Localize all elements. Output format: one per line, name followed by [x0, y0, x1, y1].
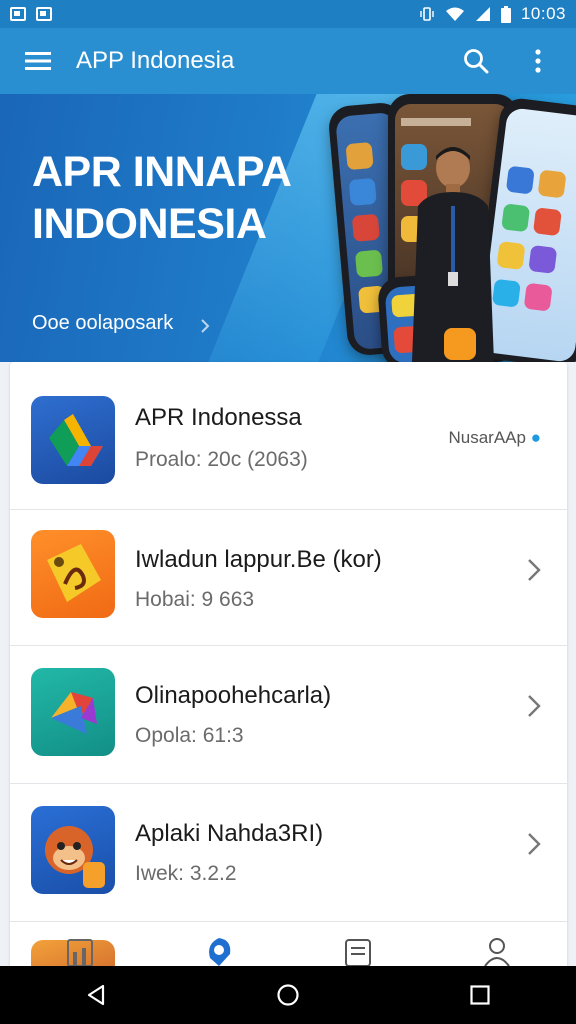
nav-profile[interactable]	[477, 936, 517, 966]
more-vertical-icon	[535, 49, 541, 73]
app-title: APP Indonesia	[76, 47, 235, 74]
profile-nav-icon	[484, 938, 511, 966]
signal-icon	[475, 7, 490, 21]
system-navigation-bar	[0, 966, 576, 1024]
bottom-navigation	[10, 936, 567, 966]
wifi-icon	[445, 7, 464, 21]
drive-triangle-icon	[49, 414, 103, 466]
hamburger-menu-icon	[25, 52, 51, 70]
home-button[interactable]	[258, 975, 318, 1015]
badge-icon: ●	[530, 428, 541, 447]
image-notification-icon	[10, 7, 26, 21]
app-subtitle: Hobai: 9 663	[135, 588, 255, 611]
status-time: 10:03	[520, 4, 566, 23]
nav-news[interactable]	[338, 936, 378, 966]
chevron-right-icon[interactable]	[527, 832, 541, 856]
app-subtitle: Proalo: 20ϲ (2063)	[135, 448, 308, 471]
app-title: Olinapoohehcarla)	[135, 682, 332, 709]
back-button[interactable]	[66, 975, 126, 1015]
shapes-logo-icon	[51, 692, 97, 734]
monkey-mascot-icon	[45, 826, 105, 888]
gallery-notification-icon	[36, 7, 52, 21]
vibrate-icon	[420, 7, 434, 21]
app-title: Iwladun lappur.Be (kor)	[135, 546, 382, 573]
app-icon-shapes	[31, 668, 115, 756]
menu-button[interactable]	[20, 43, 56, 79]
banner-title-line2: INDONESIA	[32, 200, 267, 248]
app-bar: APP Indonesia	[0, 28, 576, 94]
banner-title: APR INNAPA INDONESIA	[32, 146, 292, 250]
list-item[interactable]: Aplaki Nahda3RI) Iwek: 3.2.2	[10, 784, 567, 922]
battery-icon	[500, 5, 511, 23]
discover-nav-icon	[208, 938, 231, 966]
list-item[interactable]: Olinapoohehcarla) Opola: 61:3	[10, 646, 567, 784]
status-bar: 10:03	[0, 0, 576, 28]
home-circle-icon	[277, 984, 299, 1006]
app-icon-monkey	[31, 806, 115, 894]
grid-nav-icon	[66, 939, 93, 966]
banner-chevron-icon	[201, 319, 210, 333]
recents-button[interactable]	[450, 975, 510, 1015]
chevron-right-icon[interactable]	[527, 694, 541, 718]
search-button[interactable]	[458, 43, 494, 79]
list-item[interactable]: APR Indonessa Proalo: 20ϲ (2063) NusarAA…	[10, 362, 567, 510]
nav-discover[interactable]	[199, 936, 239, 966]
banner-subtitle: Ooe oolaposark	[32, 312, 174, 334]
app-badge: NusarAAp ●	[449, 428, 542, 448]
chevron-right-icon[interactable]	[527, 558, 541, 582]
app-badge-label: NusarAAp	[448, 428, 526, 447]
app-list: APR Indonessa Proalo: 20ϲ (2063) NusarAA…	[10, 362, 567, 972]
document-nav-icon	[345, 939, 372, 966]
app-subtitle: Iwek: 3.2.2	[135, 862, 237, 885]
app-chip-illustration	[444, 328, 476, 360]
promo-banner[interactable]: APR INNAPA INDONESIA Ooe oolaposark	[0, 94, 576, 362]
nav-home[interactable]	[60, 936, 100, 966]
banner-title-line1: APR INNAPA	[32, 148, 292, 196]
list-item[interactable]: Iwladun lappur.Be (kor) Hobai: 9 663	[10, 510, 567, 646]
back-triangle-icon	[87, 984, 105, 1006]
app-icon-drive	[31, 396, 115, 484]
recents-square-icon	[470, 985, 490, 1005]
search-icon	[464, 49, 489, 74]
price-tag-icon	[47, 544, 101, 602]
more-options-button[interactable]	[520, 43, 556, 79]
app-icon-tag	[31, 530, 115, 618]
app-subtitle: Opola: 61:3	[135, 724, 244, 747]
app-title: APR Indonessa	[135, 404, 302, 431]
app-title: Aplaki Nahda3RI)	[135, 820, 324, 847]
